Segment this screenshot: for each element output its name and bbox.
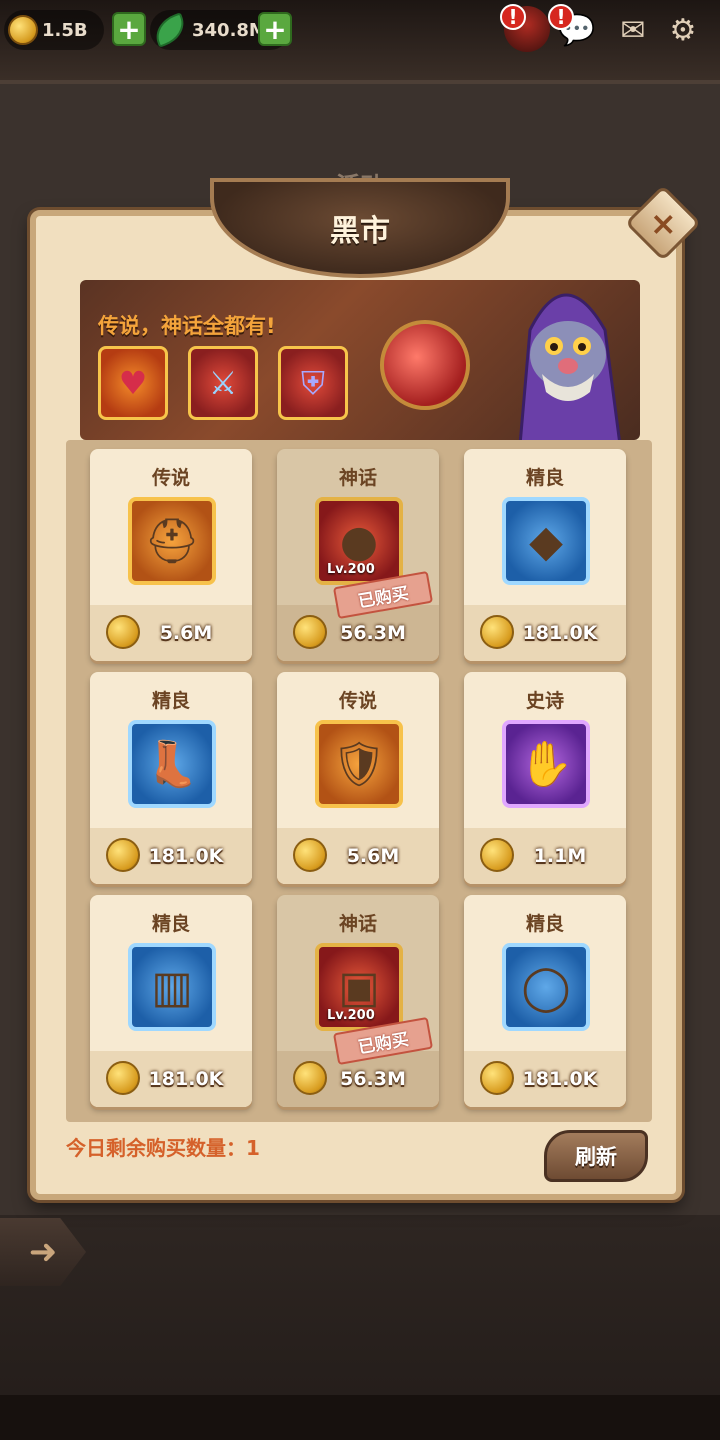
gold-coin-icon xyxy=(480,1061,514,1095)
price-bar: 5.6M xyxy=(277,828,439,884)
item-price: 1.1M xyxy=(533,845,587,867)
chestplate-icon: ▣ Lv.200 xyxy=(315,943,403,1031)
item-glyph: 🛡 xyxy=(331,739,387,790)
panel-title: 黑市 xyxy=(330,214,390,249)
item-glyph: ⛑ xyxy=(144,516,200,567)
shop-item-card[interactable]: 精良 ◆ 181.0K xyxy=(464,449,626,661)
fang-ring-icon: ◯ xyxy=(502,943,590,1031)
settings-gear-icon[interactable]: ⚙ xyxy=(662,10,704,50)
item-rarity-label: 传说 xyxy=(338,690,377,712)
shop-item-card[interactable]: 精良 👢 181.0K xyxy=(90,672,252,884)
banner-staff-orb-icon xyxy=(380,320,470,410)
item-rarity-label: 精良 xyxy=(525,467,564,489)
item-price: 56.3M xyxy=(340,622,406,644)
item-glyph: ◆ xyxy=(529,515,563,567)
add-gold-button[interactable]: + xyxy=(112,12,146,46)
gold-coin-icon xyxy=(293,615,327,649)
gold-coin-icon xyxy=(293,1061,327,1095)
floor-background xyxy=(0,1215,720,1415)
gold-amount: 1.5B xyxy=(42,19,88,41)
item-rarity-label: 史诗 xyxy=(525,690,564,712)
item-rarity-label: 精良 xyxy=(151,690,190,712)
promo-banner: 传说，神话全都有! ♥ ⚔ ⛨ xyxy=(80,280,640,440)
shop-item-card[interactable]: 传说 ⛑ 5.6M xyxy=(90,449,252,661)
banner-text: 传说，神话全都有! xyxy=(98,314,276,338)
gold-counter: 1.5B xyxy=(4,10,104,50)
gold-coin-icon xyxy=(106,1061,140,1095)
mail-icon[interactable]: ✉ xyxy=(612,10,654,50)
shop-item-card[interactable]: 史诗 ✋ 1.1M xyxy=(464,672,626,884)
banner-blade-icon: ⚔ xyxy=(188,346,258,420)
item-price: 181.0K xyxy=(148,1068,224,1090)
chat-alert-badge: ! xyxy=(548,4,574,30)
avatar-alert-badge: ! xyxy=(500,4,526,30)
gold-coin-icon xyxy=(106,838,140,872)
gem-amount: 340.8M xyxy=(192,19,267,41)
item-price: 5.6M xyxy=(159,622,213,644)
amulet-icon: ◆ xyxy=(502,497,590,585)
remaining-purchases-label: 今日剩余购买数量：1 xyxy=(66,1136,260,1160)
item-glyph: ▣ xyxy=(338,961,380,1013)
price-bar: 1.1M xyxy=(464,828,626,884)
shop-item-card[interactable]: 传说 🛡 5.6M xyxy=(277,672,439,884)
gold-coin-icon xyxy=(480,615,514,649)
item-rarity-label: 神话 xyxy=(338,467,377,489)
banner-scepter-icon: ♥ xyxy=(98,346,168,420)
item-rarity-label: 传说 xyxy=(151,467,190,489)
price-bar: 181.0K xyxy=(90,1051,252,1107)
goblin-merchant-illustration xyxy=(518,293,621,440)
close-icon: × xyxy=(649,204,677,242)
gauntlet-icon: ✋ xyxy=(502,720,590,808)
gold-coin-icon xyxy=(293,838,327,872)
bottom-background xyxy=(0,1395,720,1440)
item-glyph: 👢 xyxy=(144,739,200,790)
shop-item-card[interactable]: 精良 ▥ 181.0K xyxy=(90,895,252,1107)
armor-icon: 🛡 xyxy=(315,720,403,808)
price-bar: 5.6M xyxy=(90,605,252,661)
price-bar: 181.0K xyxy=(464,1051,626,1107)
item-rarity-label: 神话 xyxy=(338,913,377,935)
price-bar: 181.0K xyxy=(464,605,626,661)
gold-coin-icon xyxy=(8,15,38,45)
leaf-gem-icon xyxy=(150,12,190,48)
add-gem-button[interactable]: + xyxy=(258,12,292,46)
gold-coin-icon xyxy=(106,615,140,649)
gold-coin-icon xyxy=(480,838,514,872)
item-glyph: ▥ xyxy=(151,961,193,1013)
item-price: 56.3M xyxy=(340,1068,406,1090)
shop-item-card[interactable]: 神话 ▣ Lv.200 56.3M 已购买 xyxy=(277,895,439,1107)
shop-item-card[interactable]: 精良 ◯ 181.0K xyxy=(464,895,626,1107)
greaves-icon: ▥ xyxy=(128,943,216,1031)
item-rarity-label: 精良 xyxy=(151,913,190,935)
orb-icon: ● Lv.200 xyxy=(315,497,403,585)
item-level-label: Lv.200 xyxy=(327,1008,375,1023)
helmet-icon: ⛑ xyxy=(128,497,216,585)
item-price: 181.0K xyxy=(522,1068,598,1090)
banner-armor-icon: ⛨ xyxy=(278,346,348,420)
item-glyph: ✋ xyxy=(518,739,574,790)
item-price: 181.0K xyxy=(522,622,598,644)
boots-icon: 👢 xyxy=(128,720,216,808)
item-glyph: ◯ xyxy=(521,961,571,1013)
price-bar: 181.0K xyxy=(90,828,252,884)
item-level-label: Lv.200 xyxy=(327,562,375,577)
refresh-button[interactable]: 刷新 xyxy=(544,1130,648,1182)
item-price: 5.6M xyxy=(346,845,400,867)
item-rarity-label: 精良 xyxy=(525,913,564,935)
item-price: 181.0K xyxy=(148,845,224,867)
item-glyph: ● xyxy=(339,515,379,567)
shop-item-card[interactable]: 神话 ● Lv.200 56.3M 已购买 xyxy=(277,449,439,661)
